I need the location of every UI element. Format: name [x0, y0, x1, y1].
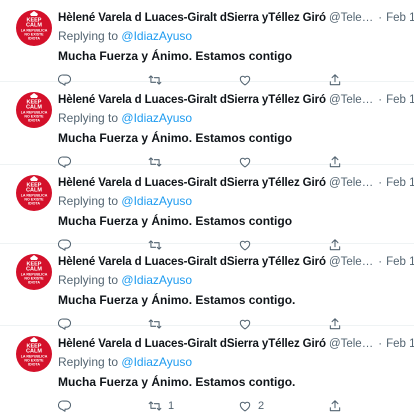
replying-to-line: Replying to @IdiazAyuso: [58, 111, 402, 127]
tweet-actions: 1 2: [58, 399, 402, 417]
separator-dot: ·: [378, 256, 383, 268]
tweet-date[interactable]: Feb 17: [386, 94, 414, 106]
mention-link[interactable]: @IdiazAyuso: [121, 29, 192, 43]
replying-to-label: Replying to: [58, 29, 119, 43]
svg-text:IDIOTA: IDIOTA: [28, 363, 40, 367]
author-handle[interactable]: @Tele…: [329, 177, 373, 189]
tweet-date[interactable]: Feb 17: [386, 338, 414, 350]
avatar[interactable]: KEEP CALM LA REPUBLICA NO EXISTE IDIOTA: [16, 336, 52, 372]
tweet-header: Hèlené Varela d Luaces-Giralt dSierra yT…: [58, 92, 414, 108]
tweet[interactable]: KEEP CALM LA REPUBLICA NO EXISTE IDIOTA …: [0, 244, 414, 330]
keep-calm-avatar-image: KEEP CALM LA REPUBLICA NO EXISTE IDIOTA: [21, 11, 48, 41]
tweet-text: Mucha Fuerza y Ánimo. Estamos contigo.: [58, 293, 296, 307]
mention-link[interactable]: @IdiazAyuso: [121, 194, 192, 208]
svg-text:IDIOTA: IDIOTA: [28, 202, 40, 206]
keep-calm-avatar-image: KEEP CALM LA REPUBLICA NO EXISTE IDIOTA: [21, 337, 48, 367]
separator-dot: ·: [378, 338, 383, 350]
like-count: 2: [258, 400, 265, 412]
avatar[interactable]: KEEP CALM LA REPUBLICA NO EXISTE IDIOTA: [16, 254, 52, 290]
author-name[interactable]: Hèlené Varela d Luaces-Giralt dSierra yT…: [58, 338, 326, 350]
replying-to-label: Replying to: [58, 355, 119, 369]
author-handle[interactable]: @Tele…: [329, 12, 373, 24]
replying-to-line: Replying to @IdiazAyuso: [58, 194, 402, 210]
retweet-count: 1: [168, 400, 175, 412]
tweet-text: Mucha Fuerza y Ánimo. Estamos contigo: [58, 49, 293, 63]
author-handle[interactable]: @Tele…: [329, 338, 373, 350]
tweet-header: Hèlené Varela d Luaces-Giralt dSierra yT…: [58, 10, 414, 26]
tweet-date[interactable]: Feb 17: [386, 256, 414, 268]
tweet-header: Hèlené Varela d Luaces-Giralt dSierra yT…: [58, 254, 414, 270]
replying-to-label: Replying to: [58, 194, 119, 208]
separator-dot: ·: [378, 177, 383, 189]
author-name[interactable]: Hèlené Varela d Luaces-Giralt dSierra yT…: [58, 94, 326, 106]
avatar[interactable]: KEEP CALM LA REPUBLICA NO EXISTE IDIOTA: [16, 10, 52, 46]
author-handle[interactable]: @Tele…: [329, 256, 373, 268]
author-name[interactable]: Hèlené Varela d Luaces-Giralt dSierra yT…: [58, 177, 326, 189]
svg-text:IDIOTA: IDIOTA: [28, 281, 40, 285]
keep-calm-avatar-image: KEEP CALM LA REPUBLICA NO EXISTE IDIOTA: [21, 255, 48, 285]
tweet[interactable]: KEEP CALM LA REPUBLICA NO EXISTE IDIOTA …: [0, 0, 414, 86]
mention-link[interactable]: @IdiazAyuso: [121, 111, 192, 125]
replying-to-label: Replying to: [58, 111, 119, 125]
tweet-text: Mucha Fuerza y Ánimo. Estamos contigo: [58, 214, 293, 228]
tweet-header: Hèlené Varela d Luaces-Giralt dSierra yT…: [58, 175, 414, 191]
tweet[interactable]: KEEP CALM LA REPUBLICA NO EXISTE IDIOTA …: [0, 82, 414, 168]
author-name[interactable]: Hèlené Varela d Luaces-Giralt dSierra yT…: [58, 256, 326, 268]
replying-to-label: Replying to: [58, 273, 119, 287]
svg-text:IDIOTA: IDIOTA: [28, 37, 40, 41]
replying-to-line: Replying to @IdiazAyuso: [58, 29, 402, 45]
author-handle[interactable]: @Tele…: [329, 94, 373, 106]
tweet[interactable]: KEEP CALM LA REPUBLICA NO EXISTE IDIOTA …: [0, 165, 414, 251]
avatar[interactable]: KEEP CALM LA REPUBLICA NO EXISTE IDIOTA: [16, 175, 52, 211]
mention-link[interactable]: @IdiazAyuso: [121, 355, 192, 369]
mention-link[interactable]: @IdiazAyuso: [121, 273, 192, 287]
separator-dot: ·: [378, 94, 383, 106]
avatar[interactable]: KEEP CALM LA REPUBLICA NO EXISTE IDIOTA: [16, 92, 52, 128]
tweet[interactable]: KEEP CALM LA REPUBLICA NO EXISTE IDIOTA …: [0, 326, 414, 412]
svg-text:IDIOTA: IDIOTA: [28, 119, 40, 123]
keep-calm-avatar-image: KEEP CALM LA REPUBLICA NO EXISTE IDIOTA: [21, 176, 48, 206]
author-name[interactable]: Hèlené Varela d Luaces-Giralt dSierra yT…: [58, 12, 326, 24]
keep-calm-avatar-image: KEEP CALM LA REPUBLICA NO EXISTE IDIOTA: [21, 93, 48, 123]
tweet-date[interactable]: Feb 17: [386, 12, 414, 24]
tweet-header: Hèlené Varela d Luaces-Giralt dSierra yT…: [58, 336, 414, 352]
replying-to-line: Replying to @IdiazAyuso: [58, 273, 402, 289]
tweet-text: Mucha Fuerza y Ánimo. Estamos contigo: [58, 131, 293, 145]
tweet-feed: KEEP CALM LA REPUBLICA NO EXISTE IDIOTA …: [0, 0, 414, 412]
tweet-date[interactable]: Feb 17: [386, 177, 414, 189]
replying-to-line: Replying to @IdiazAyuso: [58, 355, 402, 371]
tweet-text: Mucha Fuerza y Ánimo. Estamos contigo.: [58, 375, 296, 389]
separator-dot: ·: [378, 12, 383, 24]
